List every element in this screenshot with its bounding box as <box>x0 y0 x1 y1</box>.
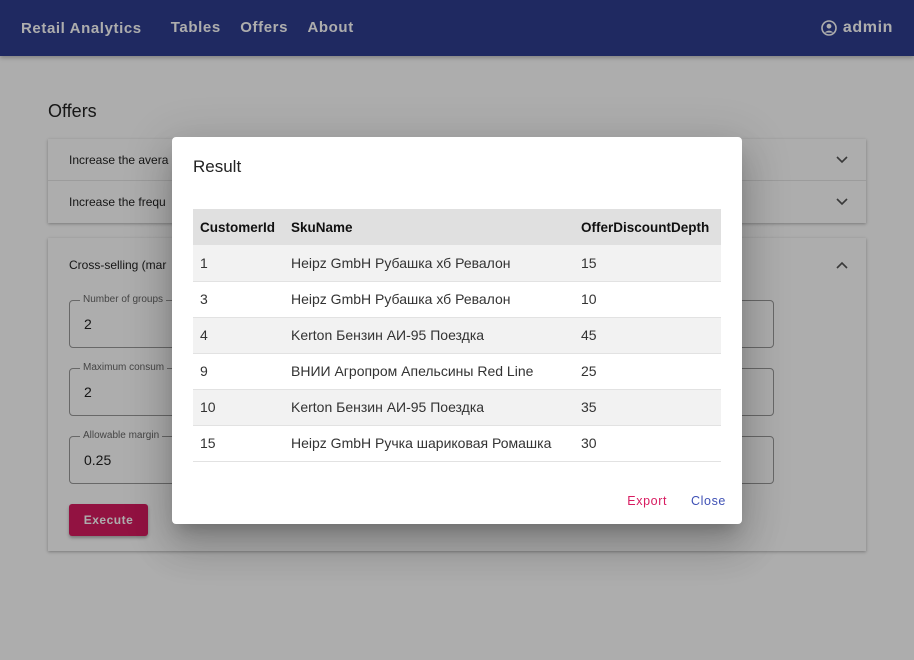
cell-skuname: Heipz GmbH Ручка шариковая Ромашка <box>291 435 552 451</box>
cell-discount: 15 <box>581 254 597 271</box>
column-header-skuname[interactable]: SkuName <box>284 209 574 245</box>
export-button[interactable]: Export <box>627 494 667 508</box>
dialog-title: Result <box>193 157 242 176</box>
cell-skuname: Heipz GmbH Рубашка хб Ревалон <box>291 254 511 271</box>
table-row: 4 Kerton Бензин АИ-95 Поездка 45 <box>193 317 721 353</box>
table-row: 3 Heipz GmbH Рубашка хб Ревалон 10 <box>193 281 721 317</box>
column-header-offerdiscountdepth[interactable]: OfferDiscountDepth <box>574 209 721 245</box>
cell-customerid: 9 <box>200 363 208 379</box>
cell-customerid: 4 <box>200 327 208 343</box>
result-table: CustomerId SkuName OfferDiscountDepth 1 … <box>193 209 721 462</box>
cell-discount: 35 <box>581 399 597 415</box>
cell-customerid: 10 <box>200 399 216 415</box>
cell-skuname: Heipz GmbH Рубашка хб Ревалон <box>291 291 511 307</box>
cell-customerid: 3 <box>200 291 208 307</box>
table-row: 10 Kerton Бензин АИ-95 Поездка 35 <box>193 389 721 425</box>
cell-skuname: Kerton Бензин АИ-95 Поездка <box>291 399 485 415</box>
cell-discount: 45 <box>581 327 597 343</box>
table-row: 15 Heipz GmbH Ручка шариковая Ромашка 30 <box>193 425 721 461</box>
cell-discount: 10 <box>581 291 597 307</box>
cell-customerid: 15 <box>200 435 216 451</box>
result-dialog: Result CustomerId SkuName OfferDiscountD… <box>172 137 742 524</box>
dialog-actions: Export Close <box>627 494 726 508</box>
cell-customerid: 1 <box>200 254 208 271</box>
table-header-row: CustomerId SkuName OfferDiscountDepth <box>193 209 721 245</box>
column-header-customerid[interactable]: CustomerId <box>193 209 284 245</box>
table-row: 1 Heipz GmbH Рубашка хб Ревалон 15 <box>193 245 721 281</box>
cell-skuname: Kerton Бензин АИ-95 Поездка <box>291 327 485 343</box>
cell-discount: 25 <box>581 363 597 379</box>
cell-discount: 30 <box>581 435 597 451</box>
table-row: 9 ВНИИ Агропром Апельсины Red Line 25 <box>193 353 721 389</box>
cell-skuname: ВНИИ Агропром Апельсины Red Line <box>291 363 534 379</box>
close-button[interactable]: Close <box>691 494 726 508</box>
